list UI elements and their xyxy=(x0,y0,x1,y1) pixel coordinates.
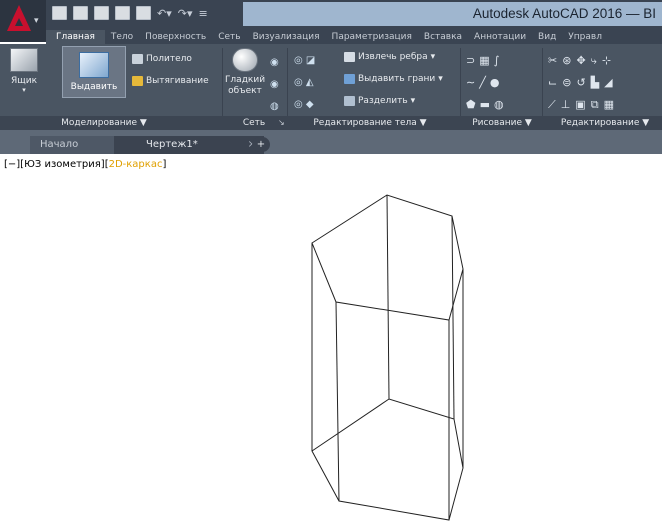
customize-qat-icon[interactable]: ≡ xyxy=(199,7,208,20)
prism-edge xyxy=(451,215,455,420)
application-menu-button[interactable]: ▾ xyxy=(0,0,46,42)
mesh-refine-icon[interactable]: ◉ xyxy=(270,74,282,96)
intersect-icon[interactable]: ◎ xyxy=(294,99,303,110)
panel-title-modify[interactable]: Редактирование ▼ xyxy=(548,116,662,130)
new-icon[interactable] xyxy=(52,6,67,20)
gradient-icon[interactable]: ◍ xyxy=(494,98,508,111)
extrude-faces-icon xyxy=(344,74,355,84)
ribbon: Ящик ▾ Выдавить Политело Вытягивание Гла… xyxy=(0,44,662,124)
tab-home[interactable]: Главная xyxy=(46,30,105,44)
window-title: Autodesk AutoCAD 2016 — BI xyxy=(472,6,656,21)
tab-parametric[interactable]: Параметризация xyxy=(326,30,418,44)
print-icon[interactable] xyxy=(136,6,151,20)
presspull-button[interactable]: Вытягивание xyxy=(132,74,209,88)
union-icon[interactable]: ◎ xyxy=(294,55,303,66)
tab-visualize[interactable]: Визуализация xyxy=(247,30,326,44)
polysolid-button[interactable]: Политело xyxy=(132,52,192,66)
move-icon[interactable]: ✥ xyxy=(576,54,590,67)
chevron-down-icon: ▾ xyxy=(22,86,26,94)
quick-access-toolbar: ↶▾ ↷▾ ≡ xyxy=(52,3,208,23)
spline-icon[interactable]: ∫ xyxy=(494,54,504,67)
prism-edge xyxy=(335,301,340,502)
save-as-icon[interactable] xyxy=(115,6,130,20)
mesh-crease-icon[interactable]: ◉ xyxy=(270,52,282,74)
copy-icon[interactable]: ▙ xyxy=(591,76,604,89)
prism-bottom-face xyxy=(311,398,464,521)
panel-title-modeling[interactable]: Моделирование ▼ xyxy=(44,116,164,130)
tab-insert[interactable]: Вставка xyxy=(418,30,468,44)
redo-icon[interactable]: ↷▾ xyxy=(178,7,193,20)
ribbon-tabs: Главная Тело Поверхность Сеть Визуализац… xyxy=(46,30,662,44)
stretch-icon[interactable]: ▣ xyxy=(575,98,590,111)
tab-annotate[interactable]: Аннотации xyxy=(468,30,532,44)
smooth-object-icon xyxy=(232,48,258,72)
separate-button[interactable]: Разделить ▾ xyxy=(344,94,415,108)
extrude-button[interactable]: Выдавить xyxy=(62,46,126,98)
align-icon[interactable]: ⟋ xyxy=(548,98,561,111)
mesh-smooth-more-icon[interactable]: ◍ xyxy=(270,96,282,118)
fillet-icon[interactable]: ⤷ xyxy=(591,54,602,67)
presspull-icon xyxy=(132,76,143,86)
chevron-down-icon: ▾ xyxy=(438,74,443,84)
tab-surface[interactable]: Поверхность xyxy=(139,30,212,44)
chamfer-icon[interactable]: ⌙ xyxy=(548,76,562,89)
trim-icon[interactable]: ✂ xyxy=(548,54,562,67)
tab-mesh[interactable]: Сеть xyxy=(212,30,246,44)
smooth-object-button[interactable]: Гладкий объект xyxy=(224,48,266,97)
polyline-icon[interactable]: ⊃ xyxy=(466,54,479,67)
offset-icon[interactable]: ⊥ xyxy=(561,98,576,111)
save-icon[interactable] xyxy=(94,6,109,20)
drawing-canvas[interactable] xyxy=(0,154,662,523)
subtract-icon[interactable]: ◎ xyxy=(294,77,303,88)
tab-view[interactable]: Вид xyxy=(532,30,562,44)
shell-icon[interactable]: ◆ xyxy=(306,99,314,110)
hatch-icon[interactable]: ▬ xyxy=(480,98,494,111)
hexagonal-prism-wireframe xyxy=(311,194,464,521)
slice-icon[interactable]: ◭ xyxy=(306,77,314,88)
rotate-icon[interactable]: ↺ xyxy=(576,76,590,89)
extrude-faces-button[interactable]: Выдавить грани ▾ xyxy=(344,72,443,86)
circle-icon[interactable]: ● xyxy=(490,76,504,89)
array-rect-icon[interactable]: ▦ xyxy=(604,98,619,111)
spline-fit-icon[interactable]: ∼ xyxy=(466,76,479,89)
tab-drawing1[interactable]: Чертеж1* × xyxy=(114,136,264,154)
separate-icon xyxy=(344,96,355,106)
chevron-down-icon: ▾ xyxy=(410,96,416,106)
mirror-icon[interactable]: ⊜ xyxy=(562,76,576,89)
array-icon[interactable]: ⧉ xyxy=(591,98,604,111)
polysolid-icon xyxy=(132,54,143,64)
title-bar: ▾ ↶▾ ↷▾ ≡ Autodesk AutoCAD 2016 — BI xyxy=(0,0,662,42)
tab-manage[interactable]: Управл xyxy=(562,30,608,44)
new-tab-button[interactable]: + xyxy=(252,137,270,152)
undo-icon[interactable]: ↶▾ xyxy=(157,7,172,20)
panel-title-solid-editing[interactable]: Редактирование тела ▼ xyxy=(300,116,440,130)
open-icon[interactable] xyxy=(73,6,88,20)
rotate-3d-icon[interactable]: ⊛ xyxy=(562,54,576,67)
box-icon xyxy=(10,48,38,72)
document-tabs: Начало Чертеж1* × + xyxy=(0,130,662,154)
extrude-icon xyxy=(79,52,109,78)
chevron-down-icon: ▾ xyxy=(34,16,39,26)
extend-icon[interactable]: ⊹ xyxy=(602,54,616,67)
extract-edges-tool-icon[interactable]: ◪ xyxy=(306,55,315,66)
chevron-down-icon: ▾ xyxy=(430,52,436,62)
line-icon[interactable]: ╱ xyxy=(479,76,490,89)
box-button[interactable]: Ящик ▾ xyxy=(4,48,44,94)
panel-title-draw[interactable]: Рисование ▼ xyxy=(462,116,542,130)
text-style-icon[interactable]: ▦ xyxy=(479,54,493,67)
extract-edges-button[interactable]: Извлечь ребра ▾ xyxy=(344,50,435,64)
dialog-launcher-icon[interactable]: ↘ xyxy=(278,116,285,130)
ribbon-panel-titles: Моделирование ▼ Сеть ↘ Редактирование те… xyxy=(0,116,662,130)
region-icon[interactable]: ⬟ xyxy=(466,98,480,111)
prism-edge xyxy=(386,194,390,400)
scale-icon[interactable]: ◢ xyxy=(604,76,617,89)
tab-solid[interactable]: Тело xyxy=(105,30,139,44)
extract-edges-icon xyxy=(344,52,355,62)
panel-title-mesh[interactable]: Сеть xyxy=(234,116,274,130)
